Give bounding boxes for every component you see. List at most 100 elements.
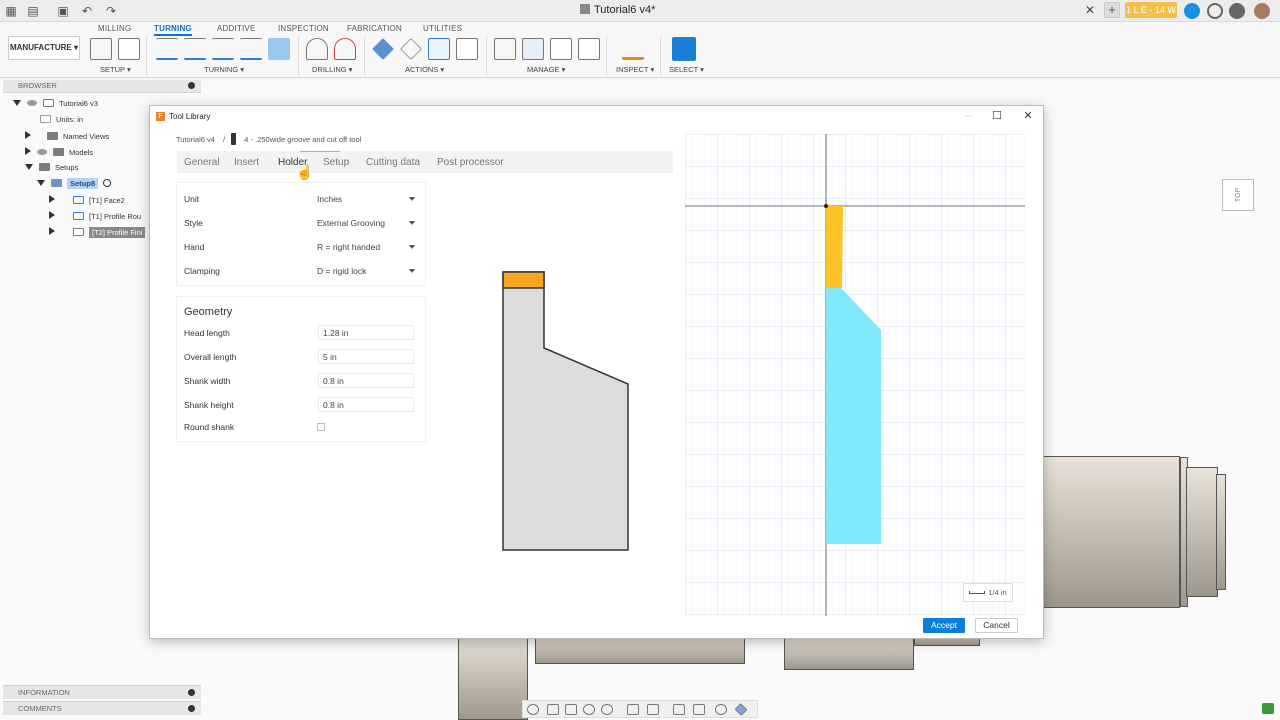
tree-item-setup8[interactable]: Setup8 [37,178,112,193]
cancel-button[interactable]: Cancel [975,618,1018,633]
select-icon[interactable] [672,37,696,61]
maximize-icon[interactable]: ☐ [991,110,1003,122]
title-bar: ▦ ▤ ▣ ↶ ↷ Tutorial6 v4* ✕ + 1 L E - 14 W [0,0,1280,22]
breadcrumb-library[interactable]: Tutorial6 v4 [176,135,215,144]
setup-group-label[interactable]: SETUP ▾ [100,65,131,74]
tree-item-operation[interactable]: [T2] Profile Fini [49,227,146,241]
tab-milling[interactable]: MILLING [98,24,131,33]
job-status-icon[interactable] [1184,3,1200,19]
setup-sheet-icon[interactable] [456,38,478,60]
tool-preview-canvas[interactable] [685,134,1025,616]
turning-face-icon[interactable] [156,38,178,60]
notifications-icon[interactable] [1207,3,1223,19]
turning-group-label[interactable]: TURNING ▾ [204,65,244,74]
help-icon[interactable] [1229,3,1245,19]
simulate-icon[interactable] [372,38,394,60]
app-grid-icon[interactable]: ▦ [4,4,18,18]
measure-icon[interactable] [622,38,644,60]
tab-insert[interactable]: Insert [234,157,259,168]
workspace-switcher[interactable]: MANUFACTURE ▾ [8,36,80,60]
panel-toggle-icon[interactable] [188,689,195,696]
look-at-icon[interactable] [547,704,559,715]
undo-icon[interactable]: ↶ [80,4,94,18]
feedback-icon[interactable] [1262,703,1274,714]
turning-thread-icon[interactable] [240,38,262,60]
tab-general[interactable]: General [184,157,220,168]
visual-style-icon[interactable] [693,704,705,715]
tool-library-icon[interactable] [494,38,516,60]
machine-library-icon[interactable] [522,38,544,60]
trial-badge[interactable]: 1 L E - 14 W [1125,2,1177,18]
tree-item-named-views[interactable]: Named Views [25,131,109,145]
orbit-icon[interactable] [527,704,539,715]
folder-icon [39,163,50,171]
viewcube[interactable]: TOP [1222,179,1254,211]
turning-part-icon[interactable] [268,38,290,60]
tab-turning[interactable]: TURNING [154,24,192,36]
redo-icon[interactable]: ↷ [104,4,118,18]
overall-length-input[interactable]: 5 in [318,349,414,364]
verify-icon[interactable] [400,38,422,60]
comments-panel-header[interactable]: COMMENTS [3,701,201,715]
unit-select[interactable]: Inches [317,194,415,204]
post-process-icon[interactable] [428,38,450,60]
tree-item-root[interactable]: Tutorial6 v3 [13,99,98,113]
tree-item-units[interactable]: Units: in [40,115,83,129]
viewports-icon[interactable] [673,704,685,715]
tree-item-operation[interactable]: [T1] Face2 [49,195,125,209]
inspect-group-label[interactable]: INSPECT ▾ [616,65,654,74]
shank-width-input[interactable]: 0.8 in [318,373,414,388]
eye-icon[interactable] [27,100,37,106]
camera-icon[interactable] [715,704,727,715]
setup-folder-icon[interactable] [90,38,112,60]
shank-height-input[interactable]: 0.8 in [318,397,414,412]
close-icon[interactable]: ✕ [1022,110,1034,122]
browser-header[interactable]: BROWSER [3,80,201,93]
environment-icon[interactable] [734,702,748,717]
eye-icon[interactable] [37,149,47,155]
minimize-icon[interactable]: – [962,110,974,122]
hand-select[interactable]: R = right handed [317,242,415,252]
style-select[interactable]: External Grooving [317,218,415,228]
panel-toggle-icon[interactable] [188,705,195,712]
select-group-label[interactable]: SELECT ▾ [669,65,704,74]
clamping-select[interactable]: D = rigid lock [317,266,415,276]
tab-utilities[interactable]: UTILITIES [423,24,462,33]
tab-cutting-data[interactable]: Cutting data [366,157,420,168]
file-icon[interactable]: ▤ [26,4,40,18]
overall-length-label: Overall length [184,352,237,362]
tree-item-operation[interactable]: [T1] Profile Rou [49,211,141,225]
tab-post-processor[interactable]: Post processor [437,157,504,168]
turning-profile-icon[interactable] [184,38,206,60]
pan-icon[interactable] [565,704,577,715]
actions-group-label[interactable]: ACTIONS ▾ [405,65,444,74]
tab-inspection[interactable]: INSPECTION [278,24,329,33]
zoom-window-icon[interactable] [601,704,613,715]
accept-button[interactable]: Accept [923,618,965,633]
grid-settings-icon[interactable] [647,704,659,715]
tab-fabrication[interactable]: FABRICATION [347,24,402,33]
turning-groove-icon[interactable] [212,38,234,60]
tab-setup[interactable]: Setup [323,157,349,168]
round-shank-checkbox[interactable] [317,423,325,431]
head-length-input[interactable]: 1.28 in [318,325,414,340]
save-icon[interactable]: ▣ [56,4,70,18]
display-settings-icon[interactable] [627,704,639,715]
tree-item-models[interactable]: Models [25,147,93,161]
template-library-icon[interactable] [550,38,572,60]
drilling-group-label[interactable]: DRILLING ▾ [312,65,352,74]
avatar[interactable] [1254,3,1270,19]
drill-delete-icon[interactable] [334,38,356,60]
browser-collapse-icon[interactable] [188,82,195,89]
nc-program-icon[interactable] [118,38,140,60]
manage-group-label[interactable]: MANAGE ▾ [527,65,565,74]
active-setup-icon[interactable] [103,179,112,187]
drill-icon[interactable] [306,38,328,60]
tree-item-setups[interactable]: Setups [25,163,78,177]
tab-additive[interactable]: ADDITIVE [217,24,256,33]
information-panel-header[interactable]: INFORMATION [3,685,201,699]
new-tab-button[interactable]: + [1104,2,1120,18]
post-library-icon[interactable] [578,38,600,60]
close-tab-icon[interactable]: ✕ [1085,3,1095,17]
zoom-icon[interactable] [583,704,595,715]
